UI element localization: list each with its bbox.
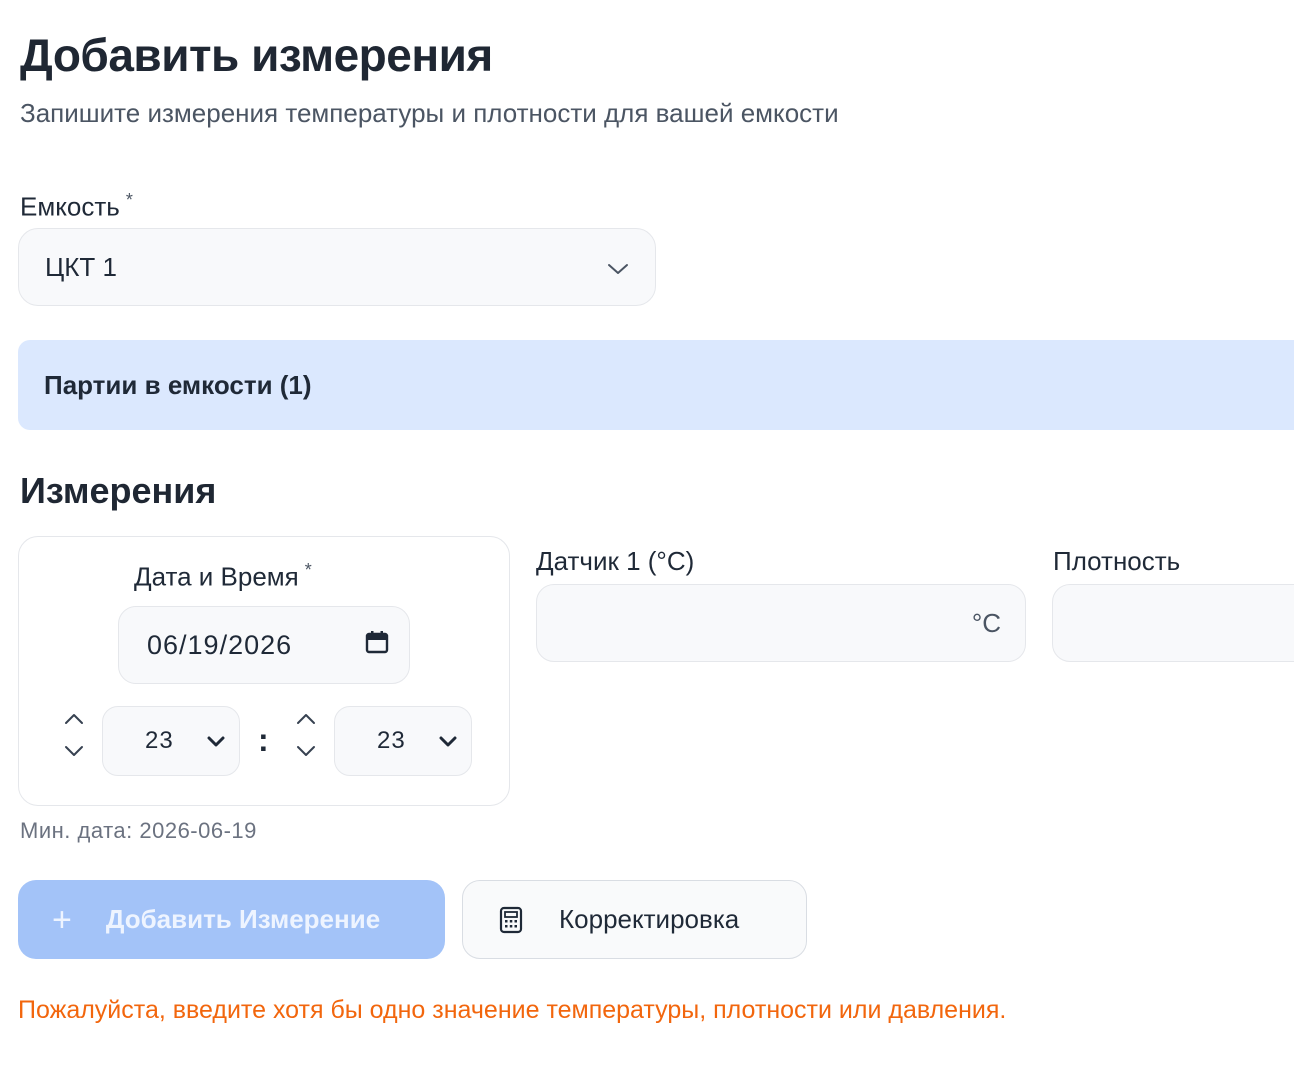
sensor1-label: Датчик 1 (°C) <box>536 546 695 576</box>
density-label: Плотность <box>1053 546 1181 576</box>
sensor1-input[interactable]: °C <box>536 584 1026 662</box>
tank-label: Емкость * <box>20 190 133 223</box>
sensor1-unit: °C <box>971 607 1001 638</box>
correction-label: Корректировка <box>559 904 740 934</box>
calendar-icon[interactable] <box>365 630 389 661</box>
minute-value: 23 <box>377 727 406 754</box>
minute-up-icon[interactable] <box>296 712 316 730</box>
hour-select[interactable]: 23 <box>102 706 240 776</box>
tank-select[interactable]: ЦКТ 1 <box>18 228 656 306</box>
page-subtitle: Запишите измерения температуры и плотнос… <box>20 98 839 128</box>
datetime-label: Дата и Время * <box>134 560 312 593</box>
density-input[interactable] <box>1052 584 1294 662</box>
validation-error: Пожалуйста, введите хотя бы одно значени… <box>18 996 1007 1024</box>
chevron-down-icon <box>607 252 629 283</box>
hour-spinner <box>60 712 88 762</box>
datetime-label-text: Дата и Время <box>134 561 299 592</box>
measurements-heading: Измерения <box>20 470 217 511</box>
hour-up-icon[interactable] <box>64 712 84 730</box>
tank-label-text: Емкость <box>20 191 120 222</box>
minute-down-icon[interactable] <box>296 744 316 762</box>
min-date-hint: Мин. дата: 2026-06-19 <box>20 818 257 843</box>
page-title: Добавить измерения <box>20 29 493 81</box>
tank-selected-value: ЦКТ 1 <box>45 251 117 282</box>
add-measurement-label: Добавить Измерение <box>105 904 381 934</box>
date-value: 06/19/2026 <box>147 629 293 660</box>
time-separator: : <box>258 722 269 758</box>
chevron-down-icon <box>439 727 457 755</box>
hour-down-icon[interactable] <box>64 744 84 762</box>
required-mark: * <box>125 190 133 210</box>
calculator-icon <box>499 906 523 934</box>
correction-button[interactable]: Корректировка <box>462 880 807 959</box>
minute-spinner <box>292 712 320 762</box>
chevron-down-icon <box>207 727 225 755</box>
required-mark: * <box>304 560 312 580</box>
hour-value: 23 <box>145 727 174 754</box>
add-measurement-button[interactable]: + Добавить Измерение <box>18 880 445 959</box>
minute-select[interactable]: 23 <box>334 706 472 776</box>
plus-icon: + <box>52 900 72 939</box>
batches-label: Партии в емкости (1) <box>44 369 312 400</box>
batches-panel[interactable]: Партии в емкости (1) <box>18 340 1294 430</box>
date-input[interactable]: 06/19/2026 <box>118 606 410 684</box>
